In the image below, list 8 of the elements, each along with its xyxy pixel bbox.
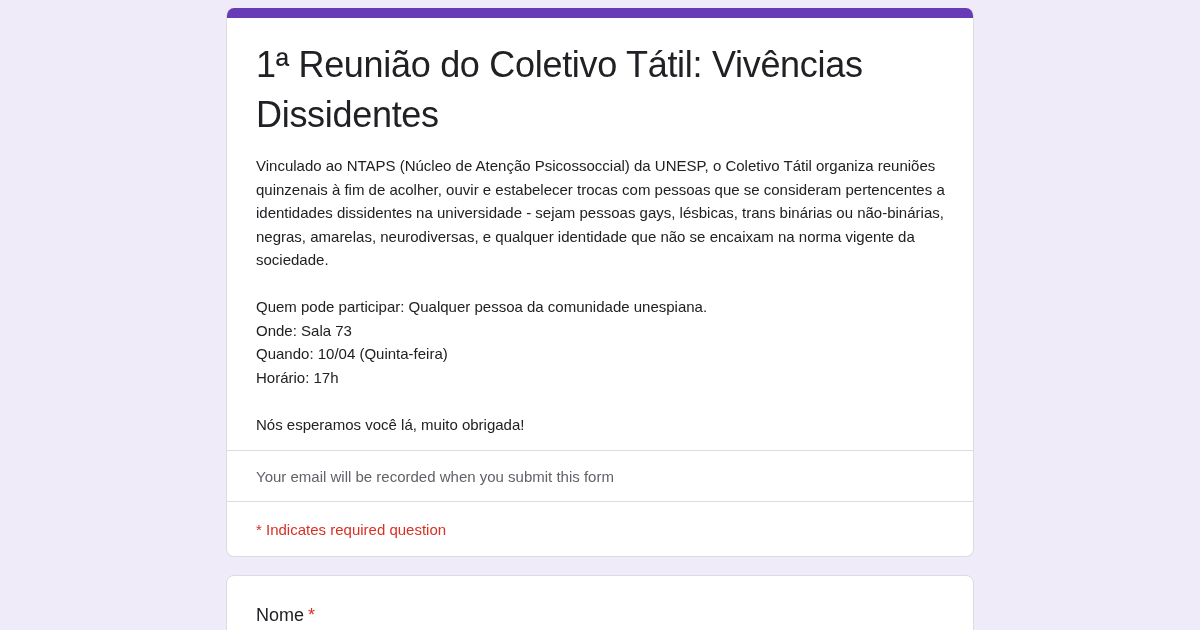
required-notice: * Indicates required question [256, 520, 447, 538]
description-paragraph: Vinculado ao NTAPS (Núcleo de Atenção Psicossoccial) da UNESP, o Coletivo Tátil organiza reuniões quinzenais à fim de acolher, ouvir e estabelecer trocas com pessoas que se consideram pertencentes a identidades dissidentes na universidade - sejam pessoas gays, lésbicas, trans binárias ou não-binárias, negras, amarelas, neurodiversas, e qualquer identidade que não se encaixam na norma vigente da sociedade. [256, 156, 946, 270]
description-paragraph: Nós esperamos você lá, muito obrigada! [256, 414, 526, 435]
form-title: 1ª Reunião do Coletivo Tátil: Vivências Dissidentes [256, 43, 864, 137]
required-mark: * [308, 605, 316, 625]
question-label: Nome [256, 605, 304, 625]
description-paragraph: Quem pode participar: Qualquer pessoa da comunidade unespiana. Onde: Sala 73 Quando: 10/04 (Quinta-feira) Horário: 17h [256, 297, 709, 388]
email-notice: Your email will be recorded when you submit this form [256, 467, 614, 485]
